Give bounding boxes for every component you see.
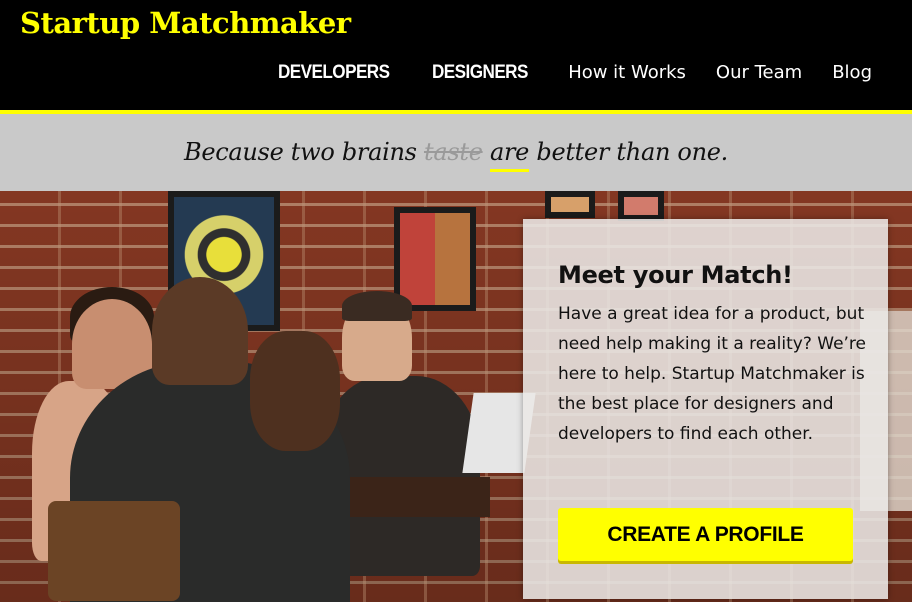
main-nav: DEVELOPERS DESIGNERS How it Works Our Te… xyxy=(278,62,872,84)
nav-developers[interactable]: DEVELOPERS xyxy=(278,62,390,84)
person-young-man-hair xyxy=(342,291,412,321)
small-painting xyxy=(545,191,595,218)
nav-how-it-works[interactable]: How it Works xyxy=(568,62,686,83)
nav-blog[interactable]: Blog xyxy=(832,62,872,83)
nav-our-team[interactable]: Our Team xyxy=(716,62,802,83)
person-man-head xyxy=(152,277,248,385)
nav-designers[interactable]: DESIGNERS xyxy=(432,62,528,84)
site-header: Startup Matchmaker DEVELOPERS DESIGNERS … xyxy=(0,0,912,110)
card-description: Have a great idea for a product, but nee… xyxy=(558,304,867,444)
small-painting xyxy=(618,191,664,221)
portrait-painting xyxy=(394,207,476,311)
card-title: Meet your Match! xyxy=(558,261,793,289)
tagline-struck-word: taste xyxy=(423,138,483,166)
tagline-banner: Because two brains taste are better than… xyxy=(0,114,912,191)
tagline-start: Because two brains xyxy=(184,138,424,166)
tagline-end: better than one. xyxy=(529,138,728,166)
chair xyxy=(48,501,180,601)
person-man-arm xyxy=(250,331,340,451)
brand-logo[interactable]: Startup Matchmaker xyxy=(20,6,351,40)
tagline-underlined-word: are xyxy=(489,138,530,172)
tagline: Because two brains taste are better than… xyxy=(0,138,912,172)
create-profile-button[interactable]: CREATE A PROFILE xyxy=(558,508,853,561)
signup-card: Meet your Match! Have a great idea for a… xyxy=(523,219,888,599)
